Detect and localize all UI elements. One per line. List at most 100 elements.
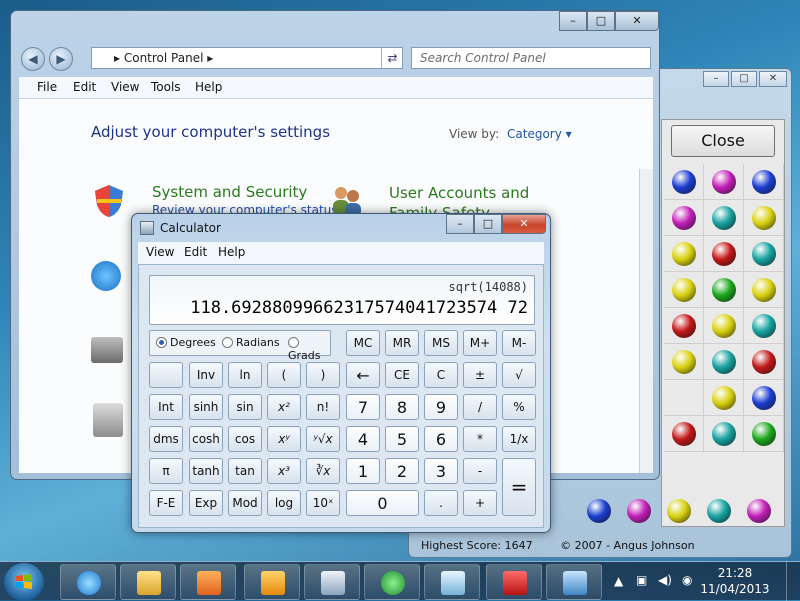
ball-magenta[interactable] xyxy=(672,206,696,230)
ball-red[interactable] xyxy=(712,242,736,266)
key-f-e[interactable]: F-E xyxy=(149,490,183,516)
taskbar-internet-explorer[interactable] xyxy=(60,564,116,600)
key-x-pow-y[interactable]: xʸ xyxy=(267,426,301,452)
key-x-squared[interactable]: x² xyxy=(267,394,301,420)
board-cell[interactable] xyxy=(704,380,744,416)
system-security-link[interactable]: System and Security xyxy=(152,183,307,201)
ball-yellow[interactable] xyxy=(752,278,776,302)
key-tan[interactable]: tan xyxy=(228,458,262,484)
key-exp[interactable]: Exp xyxy=(189,490,223,516)
ball-red[interactable] xyxy=(672,422,696,446)
search-input[interactable]: Search Control Panel xyxy=(411,47,651,69)
key-m-plus[interactable]: M+ xyxy=(463,330,497,356)
key-sqrt[interactable]: √ xyxy=(502,362,536,388)
refresh-icon[interactable]: ⇄ xyxy=(381,48,403,68)
start-button[interactable] xyxy=(4,563,44,601)
key-1[interactable]: 1 xyxy=(346,458,380,484)
ball-magenta[interactable] xyxy=(747,499,771,523)
taskbar-file-explorer[interactable] xyxy=(120,564,176,600)
close-window-button[interactable]: ✕ xyxy=(502,214,546,234)
ball-yellow[interactable] xyxy=(667,499,691,523)
ball-yellow[interactable] xyxy=(672,278,696,302)
key-cos[interactable]: cos xyxy=(228,426,262,452)
key-ten-pow-x[interactable]: 10ˣ xyxy=(306,490,340,516)
ball-red[interactable] xyxy=(672,314,696,338)
ball-yellow[interactable] xyxy=(712,386,736,410)
menu-help[interactable]: Help xyxy=(218,245,245,259)
close-window-button[interactable]: ✕ xyxy=(615,11,659,31)
address-bar[interactable]: ▸ Control Panel ▸ xyxy=(91,47,403,69)
board-cell[interactable] xyxy=(744,308,784,344)
taskbar-outlook[interactable] xyxy=(244,564,300,600)
minimize-button[interactable]: – xyxy=(446,214,474,234)
key-pi[interactable]: π xyxy=(149,458,183,484)
game-close-button[interactable]: Close xyxy=(671,125,775,157)
key-ms[interactable]: MS xyxy=(424,330,458,356)
key-plus-minus[interactable]: ± xyxy=(463,362,497,388)
tray-overflow-icon[interactable]: ▲ xyxy=(614,574,623,588)
degrees-radio[interactable]: Degrees xyxy=(156,336,216,349)
ball-blue[interactable] xyxy=(752,386,776,410)
key-5[interactable]: 5 xyxy=(385,426,419,452)
ball-red[interactable] xyxy=(752,350,776,374)
board-cell[interactable] xyxy=(704,416,744,452)
taskbar-remote-desktop[interactable] xyxy=(546,564,602,600)
key-close-paren[interactable]: ) xyxy=(306,362,340,388)
board-cell[interactable] xyxy=(744,200,784,236)
ball-teal[interactable] xyxy=(712,350,736,374)
ball-teal[interactable] xyxy=(712,422,736,446)
taskbar-calculator[interactable] xyxy=(304,564,360,600)
key-subtract[interactable]: - xyxy=(463,458,497,484)
taskbar-notes[interactable] xyxy=(424,564,480,600)
grads-radio[interactable]: Grads xyxy=(288,336,330,362)
ball-teal[interactable] xyxy=(707,499,731,523)
menu-edit[interactable]: Edit xyxy=(73,80,96,94)
key-blank[interactable] xyxy=(149,362,183,388)
board-cell[interactable] xyxy=(664,380,704,416)
board-cell[interactable] xyxy=(704,272,744,308)
board-cell[interactable] xyxy=(664,272,704,308)
key-8[interactable]: 8 xyxy=(385,394,419,420)
key-y-root-x[interactable]: ʸ√x xyxy=(306,426,340,452)
maximize-button[interactable]: □ xyxy=(731,71,757,87)
menu-help[interactable]: Help xyxy=(195,80,222,94)
board-cell[interactable] xyxy=(664,200,704,236)
board-cell[interactable] xyxy=(744,380,784,416)
ball-yellow[interactable] xyxy=(712,314,736,338)
ball-blue[interactable] xyxy=(587,499,611,523)
key-inv[interactable]: Inv xyxy=(189,362,223,388)
menu-view[interactable]: View xyxy=(111,80,139,94)
menu-view[interactable]: View xyxy=(146,245,174,259)
ball-yellow[interactable] xyxy=(672,350,696,374)
board-cell[interactable] xyxy=(744,272,784,308)
minimize-button[interactable]: – xyxy=(703,71,729,87)
key-equals[interactable]: = xyxy=(502,458,536,516)
key-add[interactable]: + xyxy=(463,490,497,516)
board-cell[interactable] xyxy=(664,164,704,200)
radians-radio[interactable]: Radians xyxy=(222,336,280,349)
key-cosh[interactable]: cosh xyxy=(189,426,223,452)
board-cell[interactable] xyxy=(664,416,704,452)
menu-tools[interactable]: Tools xyxy=(151,80,181,94)
board-cell[interactable] xyxy=(664,344,704,380)
board-cell[interactable] xyxy=(744,236,784,272)
key-divide[interactable]: / xyxy=(463,394,497,420)
key-c[interactable]: C xyxy=(424,362,458,388)
key-open-paren[interactable]: ( xyxy=(267,362,301,388)
key-decimal[interactable]: . xyxy=(424,490,458,516)
board-cell[interactable] xyxy=(744,344,784,380)
key-3[interactable]: 3 xyxy=(424,458,458,484)
key-mr[interactable]: MR xyxy=(385,330,419,356)
board-cell[interactable] xyxy=(664,236,704,272)
key-multiply[interactable]: * xyxy=(463,426,497,452)
volume-icon[interactable]: ◀) xyxy=(658,573,672,587)
view-by-dropdown[interactable]: Category ▾ xyxy=(507,127,572,141)
ball-magenta[interactable] xyxy=(627,499,651,523)
ball-yellow[interactable] xyxy=(752,206,776,230)
ball-teal[interactable] xyxy=(712,206,736,230)
board-cell[interactable] xyxy=(704,236,744,272)
key-tanh[interactable]: tanh xyxy=(189,458,223,484)
key-backspace[interactable]: ← xyxy=(346,362,380,388)
key-m-minus[interactable]: M- xyxy=(502,330,536,356)
menu-edit[interactable]: Edit xyxy=(184,245,207,259)
